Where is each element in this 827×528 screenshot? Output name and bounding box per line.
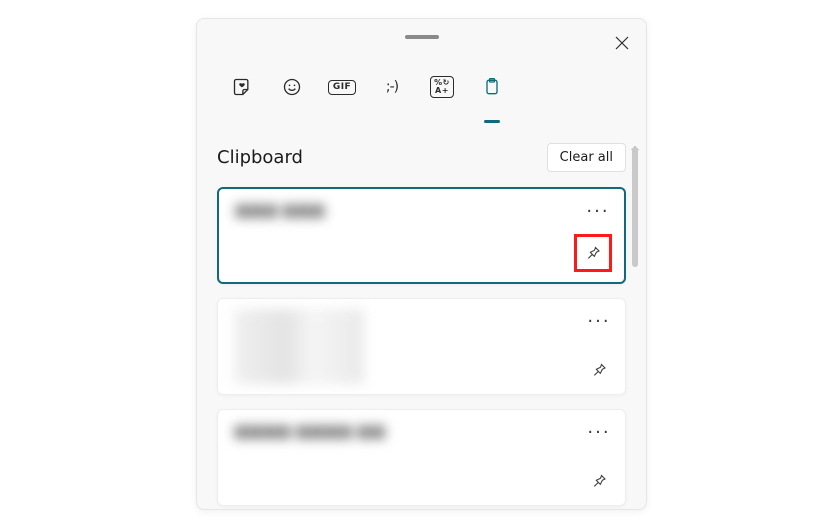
item-more-button[interactable]: ··· [587, 309, 611, 333]
scroll-up-arrow-icon[interactable] [631, 137, 639, 145]
tab-clipboard[interactable] [467, 75, 517, 119]
item-pin-button[interactable] [574, 234, 612, 272]
category-tab-bar: GIF ;-) %↻A+ [217, 75, 517, 119]
item-more-button[interactable]: ··· [587, 420, 611, 444]
ellipsis-icon: ··· [586, 201, 609, 222]
vertical-scrollbar[interactable] [632, 147, 638, 267]
emoji-clipboard-flyout: GIF ;-) %↻A+ Clipboard Clear all [196, 18, 647, 510]
pin-icon [585, 245, 601, 261]
section-header: Clipboard Clear all [217, 143, 626, 172]
tab-gif[interactable]: GIF [317, 75, 367, 119]
tab-recent[interactable] [217, 75, 267, 119]
ellipsis-icon: ··· [587, 311, 610, 332]
sticker-heart-icon [230, 75, 254, 99]
gif-icon: GIF [330, 75, 354, 99]
clipboard-item[interactable]: ■■■ ■■■ ··· [217, 187, 626, 284]
item-preview-text: ■■■ ■■■ [235, 201, 608, 219]
drag-grip[interactable] [405, 35, 439, 39]
item-pin-button[interactable] [585, 467, 613, 495]
item-preview-image [234, 309, 364, 384]
smiley-icon [280, 75, 304, 99]
clipboard-item[interactable]: ■■■■ ■■■■ ■■ ··· [217, 409, 626, 506]
item-preview-text: ■■■■ ■■■■ ■■ [234, 422, 609, 440]
symbols-icon: %↻A+ [430, 75, 454, 99]
tab-symbols[interactable]: %↻A+ [417, 75, 467, 119]
pin-icon [591, 362, 607, 378]
ellipsis-icon: ··· [587, 422, 610, 443]
kaomoji-icon: ;-) [380, 75, 404, 99]
item-more-button[interactable]: ··· [586, 199, 610, 223]
clipboard-item[interactable]: ··· [217, 298, 626, 395]
section-title: Clipboard [217, 147, 303, 168]
clear-all-button[interactable]: Clear all [547, 143, 626, 172]
pin-icon [591, 473, 607, 489]
close-button[interactable] [606, 27, 638, 59]
clipboard-icon [480, 75, 504, 99]
close-icon [615, 36, 629, 50]
tab-emoji[interactable] [267, 75, 317, 119]
item-pin-button[interactable] [585, 356, 613, 384]
clipboard-items-list: ■■■ ■■■ ··· ··· ■■■■ ■■■■ ■■ [217, 187, 626, 506]
tab-kaomoji[interactable]: ;-) [367, 75, 417, 119]
